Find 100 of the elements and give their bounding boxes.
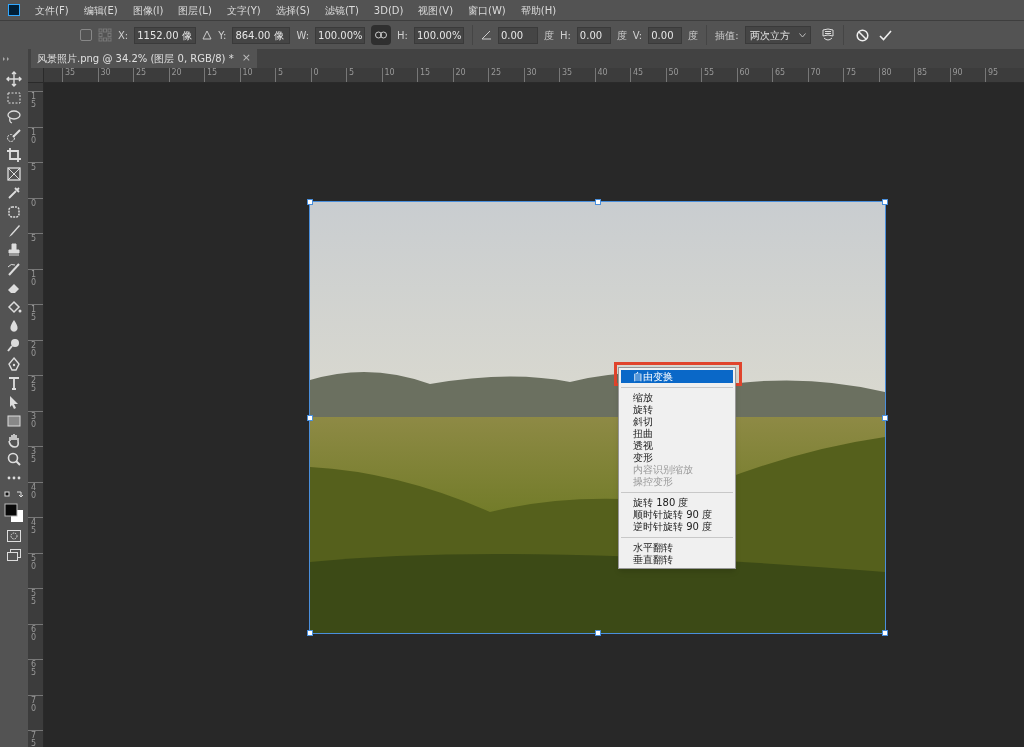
app-logo-icon <box>8 4 20 16</box>
link-toggle[interactable] <box>371 25 392 45</box>
menu-item[interactable]: 斜切 <box>621 416 733 428</box>
ruler-label: 45 <box>31 519 37 535</box>
transform-handle[interactable] <box>594 199 601 205</box>
brush-tool-icon[interactable] <box>6 223 22 239</box>
skew-field[interactable]: 0.00 <box>576 26 611 44</box>
pen-tool-icon[interactable] <box>6 356 22 372</box>
quick-select-tool-icon[interactable] <box>6 128 22 144</box>
ruler-label: 55 <box>31 590 37 606</box>
height-field[interactable]: 100.00% <box>413 26 464 44</box>
menu-item[interactable]: 垂直翻转 <box>621 554 733 566</box>
screen-mode-icon[interactable] <box>7 549 21 561</box>
menu-item[interactable]: 窗口(W) <box>468 2 506 18</box>
transform-handle[interactable] <box>307 199 313 205</box>
eyedropper-tool-icon[interactable] <box>6 185 22 201</box>
healing-tool-icon[interactable] <box>6 204 22 220</box>
chevron-icon <box>798 32 806 38</box>
ruler-label: 95 <box>988 68 999 77</box>
triangle-icon[interactable] <box>202 30 213 40</box>
menu-item[interactable]: 顺时针旋转 90 度 <box>621 509 733 521</box>
menu-item[interactable]: 滤镜(T) <box>324 2 359 18</box>
ruler-label: 60 <box>739 68 750 77</box>
menu-item[interactable]: 自由变换 <box>621 370 733 383</box>
menu-item[interactable]: 文字(Y) <box>226 2 261 18</box>
menu-item[interactable]: 变形 <box>621 452 733 464</box>
hand-tool-icon[interactable] <box>6 432 22 448</box>
transform-handle[interactable] <box>307 630 313 636</box>
ruler-label: 40 <box>597 68 608 77</box>
menu-item[interactable]: 3D(D) <box>373 2 404 18</box>
transform-handle[interactable] <box>882 630 888 636</box>
transform-handle[interactable] <box>882 199 888 205</box>
menu-item[interactable]: 扭曲 <box>621 428 733 440</box>
menu-item[interactable]: 水平翻转 <box>621 542 733 554</box>
marquee-tool-icon[interactable] <box>6 90 22 106</box>
collapse-icon[interactable] <box>3 56 10 61</box>
ruler-label: 10 <box>31 128 37 145</box>
x-field[interactable]: 1152.00 像 <box>134 26 197 44</box>
history-brush-tool-icon[interactable] <box>6 261 22 277</box>
tab-title: 风景照片.png @ 34.2% (图层 0, RGB/8) * <box>37 52 234 66</box>
ruler-label: 15 <box>31 306 37 322</box>
ruler-label: 20 <box>171 68 182 77</box>
close-icon[interactable]: × <box>241 50 251 67</box>
menu-item[interactable]: 逆时针旋转 90 度 <box>621 521 733 533</box>
menu-item[interactable]: 视图(V) <box>418 2 454 18</box>
ruler-label: 5 <box>349 68 355 77</box>
field-label: W: <box>296 28 310 43</box>
menu-item[interactable]: 编辑(E) <box>83 2 118 18</box>
swap-colors-icon[interactable] <box>4 491 24 500</box>
rectangle-tool-icon[interactable] <box>6 413 22 429</box>
zoom-tool-icon[interactable] <box>6 451 22 467</box>
width-field[interactable]: 100.00% <box>315 26 366 44</box>
field-label: V: <box>632 28 643 43</box>
ruler-label: 30 <box>526 68 537 77</box>
menu-item[interactable]: 帮助(H) <box>520 2 557 18</box>
y-field[interactable]: 864.00 像 <box>232 26 291 44</box>
unit-label: 度 <box>688 28 699 43</box>
skew-field[interactable]: 0.00 <box>648 26 683 44</box>
menu-item[interactable]: 图层(L) <box>178 2 212 18</box>
menu-item[interactable]: 图像(I) <box>132 2 164 18</box>
crop-tool-icon[interactable] <box>6 147 22 163</box>
color-swatches-icon[interactable] <box>4 503 24 523</box>
ruler-label: 25 <box>491 68 502 77</box>
frame-tool-icon[interactable] <box>6 166 22 182</box>
checkbox[interactable] <box>80 29 92 41</box>
ruler-label: 70 <box>810 68 821 77</box>
cancel-icon[interactable] <box>855 28 869 42</box>
warp-icon[interactable] <box>820 28 835 42</box>
interpolation-dropdown[interactable]: 两次立方 <box>744 26 811 44</box>
transform-handle[interactable] <box>594 630 601 636</box>
transform-handle[interactable] <box>882 414 888 421</box>
ruler-label: 10 <box>384 68 395 77</box>
menu-item[interactable]: 文件(F) <box>35 2 69 18</box>
menu-item[interactable]: 旋转 <box>621 404 733 416</box>
transform-handle[interactable] <box>307 414 313 421</box>
commit-icon[interactable] <box>878 29 892 41</box>
menu-item[interactable]: 旋转 180 度 <box>621 497 733 509</box>
field-label: Y: <box>218 28 227 43</box>
ruler-label: 35 <box>562 68 573 77</box>
ruler-label: 0 <box>313 68 319 77</box>
ruler-label: 50 <box>668 68 679 77</box>
type-tool-icon[interactable] <box>6 375 22 391</box>
move-tool-icon[interactable] <box>6 71 22 87</box>
lasso-tool-icon[interactable] <box>6 109 22 125</box>
ruler-label: 35 <box>31 448 37 464</box>
ruler-label: 40 <box>31 483 37 500</box>
rotation-field[interactable]: 0.00 <box>497 26 538 44</box>
document-tab[interactable]: 风景照片.png @ 34.2% (图层 0, RGB/8) * × <box>31 49 257 68</box>
field-label: X: <box>118 28 129 43</box>
stamp-tool-icon[interactable] <box>6 242 22 258</box>
ruler-label: 45 <box>633 68 644 77</box>
unit-label: 度 <box>543 28 554 43</box>
menu-item[interactable]: 缩放 <box>621 392 733 404</box>
dodge-tool-icon[interactable] <box>6 337 22 353</box>
quick-mask-icon[interactable] <box>7 530 21 542</box>
bucket-tool-icon[interactable] <box>6 299 22 315</box>
menu-item[interactable]: 透视 <box>621 440 733 452</box>
ruler-label: 35 <box>65 68 76 77</box>
ruler-label: 15 <box>31 93 37 109</box>
menu-item[interactable]: 选择(S) <box>275 2 310 18</box>
